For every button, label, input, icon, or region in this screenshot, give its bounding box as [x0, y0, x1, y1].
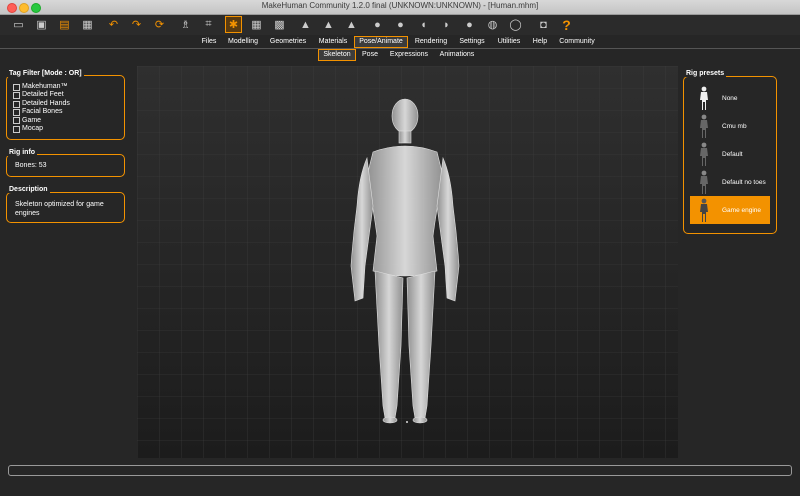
export-icon[interactable]: ▦: [79, 16, 96, 33]
description-text: Skeleton optimized for game engines: [15, 201, 104, 217]
load-icon[interactable]: ▤: [56, 16, 73, 33]
new-icon[interactable]: ▭: [10, 16, 27, 33]
bottom-view-icon[interactable]: ◍: [484, 16, 501, 33]
left-view-icon[interactable]: ◖: [415, 16, 432, 33]
rig-presets-title: Rig presets: [684, 70, 727, 77]
head-view-icon[interactable]: ●: [369, 16, 386, 33]
skeleton-figure-icon: [696, 170, 712, 194]
tag-filter-item[interactable]: Detailed Hands: [13, 100, 70, 108]
undo-icon[interactable]: ↶: [105, 16, 122, 33]
tab-utilities[interactable]: Utilities: [493, 36, 525, 48]
tag-filter-item[interactable]: Mocap: [13, 125, 70, 133]
tab-animations[interactable]: Animations: [436, 49, 478, 61]
checkbox[interactable]: [13, 92, 20, 100]
tag-label: Makehuman™: [22, 83, 68, 90]
rig-preset-label: Default: [722, 150, 743, 158]
checkbox[interactable]: [13, 125, 20, 133]
viewport-scene[interactable]: [137, 66, 678, 458]
tag-filter-item[interactable]: Facial Bones: [13, 108, 70, 116]
tab-settings[interactable]: Settings: [455, 36, 489, 48]
tab-pose-animate[interactable]: Pose/Animate: [354, 36, 408, 48]
description-panel: Skeleton optimized for game engines: [6, 192, 125, 223]
top-view-icon[interactable]: ●: [461, 16, 478, 33]
tab-rendering[interactable]: Rendering: [412, 36, 450, 48]
3d-viewport[interactable]: [137, 66, 678, 458]
rig-info-title: Rig info: [7, 149, 38, 156]
window-titlebar: MakeHuman Community 1.2.0 final (UNKNOWN…: [0, 0, 800, 15]
skeleton-figure-icon: [696, 142, 712, 166]
tag-filter-item[interactable]: Game: [13, 117, 70, 125]
skeleton-icon[interactable]: ✱: [225, 16, 242, 33]
rig-preset-label: Cmu mb: [722, 122, 747, 130]
rig-preset-none[interactable]: None: [690, 84, 770, 112]
tab-files[interactable]: Files: [198, 36, 220, 48]
tag-label: Game: [22, 116, 42, 124]
tag-filter-title: Tag Filter [Mode : OR]: [7, 70, 84, 77]
tag-label: Detailed Feet: [22, 91, 64, 99]
bones-count: Bones: 53: [15, 162, 47, 169]
tag-label: Detailed Hands: [22, 99, 70, 107]
side-view-icon[interactable]: ▲: [320, 16, 337, 33]
smooth-icon[interactable]: ♗: [177, 16, 194, 33]
tab-skeleton[interactable]: Skeleton: [318, 49, 356, 61]
help-icon[interactable]: ?: [558, 16, 575, 33]
rig-preset-default[interactable]: Default: [690, 140, 770, 168]
tag-label: Facial Bones: [22, 108, 63, 116]
rig-info-panel: Bones: 53: [6, 154, 125, 177]
front-view-icon[interactable]: ▲: [297, 16, 314, 33]
window-title: MakeHuman Community 1.2.0 final (UNKNOWN…: [261, 1, 539, 10]
sub-tab-bar: Skeleton Pose Expressions Animations: [0, 49, 800, 61]
rig-preset-game-engine[interactable]: Game engine: [690, 196, 770, 224]
description-title: Description: [7, 186, 50, 193]
tab-community[interactable]: Community: [555, 36, 599, 48]
tab-materials[interactable]: Materials: [315, 36, 351, 48]
checkbox[interactable]: [13, 100, 20, 108]
right-view-icon[interactable]: ◗: [438, 16, 455, 33]
rig-preset-label: Game engine: [722, 206, 762, 214]
back-view-icon[interactable]: ▲: [343, 16, 360, 33]
reset-camera-icon[interactable]: ◯: [507, 16, 524, 33]
reset-icon[interactable]: ⟳: [151, 16, 168, 33]
status-bar: [8, 465, 792, 476]
save-icon[interactable]: ▣: [33, 16, 50, 33]
rig-preset-default-no-toes[interactable]: Default no toes: [690, 168, 770, 196]
main-tab-bar: Files Modelling Geometries Materials Pos…: [0, 36, 800, 48]
checkbox[interactable]: [13, 117, 20, 125]
tab-modelling[interactable]: Modelling: [225, 36, 261, 48]
face-view-icon[interactable]: ●: [392, 16, 409, 33]
tag-filter-item[interactable]: Makehuman™: [13, 83, 70, 91]
figure-icon: [696, 86, 712, 110]
rig-preset-label: None: [722, 94, 738, 102]
screenshot-icon[interactable]: ◘: [535, 16, 552, 33]
tab-help[interactable]: Help: [530, 36, 550, 48]
checkbox[interactable]: [13, 83, 20, 91]
grid-icon[interactable]: ▦: [248, 16, 265, 33]
tab-expressions[interactable]: Expressions: [386, 49, 432, 61]
tag-label: Mocap: [22, 125, 44, 133]
skeleton-figure-icon: [696, 198, 712, 222]
tab-geometries[interactable]: Geometries: [266, 36, 310, 48]
skeleton-figure-icon: [696, 114, 712, 138]
tag-filter-item[interactable]: Detailed Feet: [13, 91, 70, 100]
tab-pose[interactable]: Pose: [359, 49, 381, 61]
redo-icon[interactable]: ↷: [128, 16, 145, 33]
rig-preset-cmu-mb[interactable]: Cmu mb: [690, 112, 770, 140]
wireframe-icon[interactable]: ⌗: [200, 16, 217, 33]
checker-icon[interactable]: ▩: [271, 16, 288, 33]
rig-preset-label: Default no toes: [722, 178, 766, 186]
tag-filter-panel: Makehuman™ Detailed Feet Detailed Hands …: [6, 75, 125, 140]
toolbar: ▭ ▣ ▤ ▦ ↶ ↷ ⟳ ♗ ⌗ ✱ ▦ ▩ ▲ ▲ ▲ ● ● ◖ ◗ ● …: [0, 15, 800, 35]
origin-marker: [406, 421, 408, 423]
checkbox[interactable]: [13, 108, 20, 116]
